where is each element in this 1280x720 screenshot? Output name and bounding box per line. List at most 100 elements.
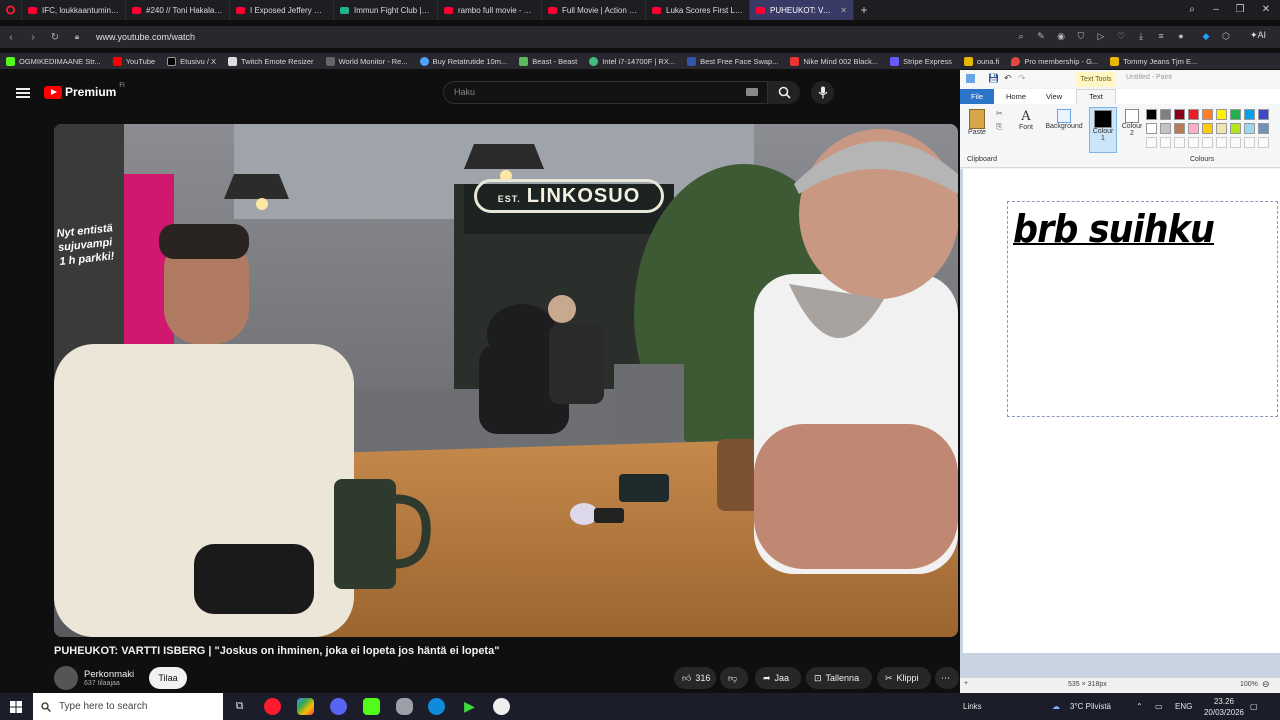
palette-swatch-empty[interactable]: [1244, 137, 1255, 148]
chevron-up-icon[interactable]: ⌃: [1136, 693, 1143, 720]
browser-tab[interactable]: Full Movie | Action Movie: [542, 0, 646, 20]
paint-canvas[interactable]: brb suihku: [963, 169, 1280, 653]
colour1-button[interactable]: Colour 1: [1089, 107, 1117, 153]
palette-swatch[interactable]: [1216, 109, 1227, 120]
hamburger-menu-icon[interactable]: [16, 86, 30, 100]
palette-swatch[interactable]: [1146, 123, 1157, 134]
search-button[interactable]: [768, 81, 800, 104]
browser-tab[interactable]: I Exposed Jeffery Epstein's: [230, 0, 334, 20]
profile-icon[interactable]: ●: [1175, 30, 1187, 42]
bookmark[interactable]: OGMIKEDIMAANE Str...: [0, 56, 107, 66]
menu-icon[interactable]: ≡: [1155, 30, 1167, 42]
youtube-logo[interactable]: Premium FI: [44, 83, 125, 99]
palette-swatch-empty[interactable]: [1230, 137, 1241, 148]
tab-view[interactable]: View: [1046, 92, 1062, 101]
bookmark[interactable]: Intel i7-14700F | RX...: [583, 56, 681, 66]
palette-swatch[interactable]: [1258, 123, 1269, 134]
bookmark[interactable]: Etusivu / X: [161, 56, 222, 66]
language-indicator[interactable]: ENG: [1175, 693, 1192, 720]
links-toolbar[interactable]: Links: [963, 693, 982, 720]
maximize-button[interactable]: ❐: [1228, 0, 1252, 20]
dislike-button[interactable]: 👎︎: [720, 667, 748, 689]
tab-file[interactable]: File: [960, 89, 994, 104]
palette-swatch[interactable]: [1160, 109, 1171, 120]
close-window-button[interactable]: ✕: [1254, 0, 1278, 20]
shield-icon[interactable]: ⛉: [1075, 30, 1087, 42]
bookmark[interactable]: Pro membership - G...: [1005, 56, 1104, 66]
reload-button[interactable]: ↻: [44, 32, 66, 43]
extension-icon[interactable]: ◆: [1200, 30, 1212, 42]
palette-swatch[interactable]: [1202, 123, 1213, 134]
palette-swatch[interactable]: [1146, 109, 1157, 120]
bookmark[interactable]: Buy Retatrutide 10m...: [414, 56, 514, 66]
palette-swatch[interactable]: [1160, 123, 1171, 134]
tab-text[interactable]: Text: [1076, 89, 1116, 104]
kick-icon[interactable]: [363, 698, 380, 715]
copy-icon[interactable]: ⎘: [996, 122, 1002, 132]
cut-icon[interactable]: ✂: [996, 109, 1003, 118]
palette-swatch-empty[interactable]: [1216, 137, 1227, 148]
edge-icon[interactable]: [428, 698, 445, 715]
bookmark[interactable]: YouTube: [107, 56, 161, 66]
palette-swatch[interactable]: [1202, 109, 1213, 120]
palette-swatch[interactable]: [1244, 123, 1255, 134]
start-button[interactable]: [0, 693, 32, 720]
forward-button[interactable]: ›: [22, 32, 44, 43]
palette-swatch[interactable]: [1244, 109, 1255, 120]
palette-swatch-empty[interactable]: [1146, 137, 1157, 148]
channel-avatar[interactable]: [54, 666, 78, 690]
chrome-icon[interactable]: [297, 698, 314, 715]
tab-home[interactable]: Home: [1006, 92, 1026, 101]
bookmark[interactable]: Tommy Jeans Tjm E...: [1104, 56, 1203, 66]
canvas-text[interactable]: brb suihku: [1013, 207, 1215, 251]
browser-tab[interactable]: Luka Scores First Laker 60: [646, 0, 750, 20]
download-icon[interactable]: ⤓: [1135, 30, 1147, 42]
palette-swatch[interactable]: [1258, 109, 1269, 120]
edit-icon[interactable]: ✎: [1035, 30, 1047, 42]
browser-tab[interactable]: rambo full movie - YouTub: [438, 0, 542, 20]
discord-icon[interactable]: [330, 698, 347, 715]
more-actions-button[interactable]: ⋯: [935, 667, 959, 689]
play-store-icon[interactable]: ▶: [461, 698, 478, 715]
search-input[interactable]: Haku: [443, 81, 768, 104]
share-button[interactable]: ➦ Jaa: [755, 667, 801, 689]
opera-icon[interactable]: [264, 698, 281, 715]
browser-tab[interactable]: IFC, loukkaantuminen & I: [22, 0, 126, 20]
channel-info[interactable]: Perkonmaki 637 tilaajaa: [54, 666, 134, 690]
save-button[interactable]: ⊡ Tallenna: [806, 667, 872, 689]
play-icon[interactable]: ▷: [1095, 30, 1107, 42]
url-field[interactable]: www.youtube.com/watch: [96, 32, 195, 42]
close-tab-icon[interactable]: ✕: [840, 6, 847, 15]
paste-button[interactable]: Paste: [966, 109, 988, 136]
browser-menu-button[interactable]: [0, 0, 22, 20]
heart-icon[interactable]: ♡: [1115, 30, 1127, 42]
palette-swatch-empty[interactable]: [1188, 137, 1199, 148]
palette-swatch[interactable]: [1174, 123, 1185, 134]
browser-tab-active[interactable]: PUHEUKOT: VARTTI ISE✕: [750, 0, 854, 20]
bookmark[interactable]: Twitch Emote Resizer: [222, 56, 320, 66]
cube-icon[interactable]: ⬡: [1220, 30, 1232, 42]
clock[interactable]: 23.26 20/03/2026: [1200, 693, 1248, 720]
redo-icon[interactable]: ↷: [1018, 73, 1026, 84]
bookmark[interactable]: Beast - Beast: [513, 56, 583, 66]
palette-swatch[interactable]: [1230, 123, 1241, 134]
video-player[interactable]: EST. LINKOSUO Nyt entistä sujuvampi 1 h p…: [54, 124, 958, 637]
save-icon[interactable]: 💾︎: [988, 73, 999, 84]
clip-button[interactable]: ✂ Klippi: [877, 667, 931, 689]
palette-swatch-empty[interactable]: [1174, 137, 1185, 148]
keyboard-icon[interactable]: [746, 88, 758, 96]
search-tabs-icon[interactable]: ⌕: [1180, 0, 1204, 20]
zoom-out-icon[interactable]: ⊖: [1262, 679, 1270, 690]
bookmark[interactable]: Stripe Express: [884, 56, 958, 66]
back-button[interactable]: ‹: [0, 32, 22, 43]
colour2-button[interactable]: Colour 2: [1121, 109, 1143, 137]
palette-swatch-empty[interactable]: [1160, 137, 1171, 148]
voice-search-button[interactable]: [811, 81, 834, 104]
taskbar-search-input[interactable]: Type here to search: [33, 693, 223, 720]
notifications-icon[interactable]: ▢: [1250, 693, 1258, 720]
new-tab-button[interactable]: +: [854, 3, 874, 17]
palette-swatch[interactable]: [1230, 109, 1241, 120]
background-button[interactable]: Background: [1042, 109, 1086, 130]
subscribe-button[interactable]: Tilaa: [149, 667, 187, 689]
undo-icon[interactable]: ↶: [1004, 73, 1012, 84]
